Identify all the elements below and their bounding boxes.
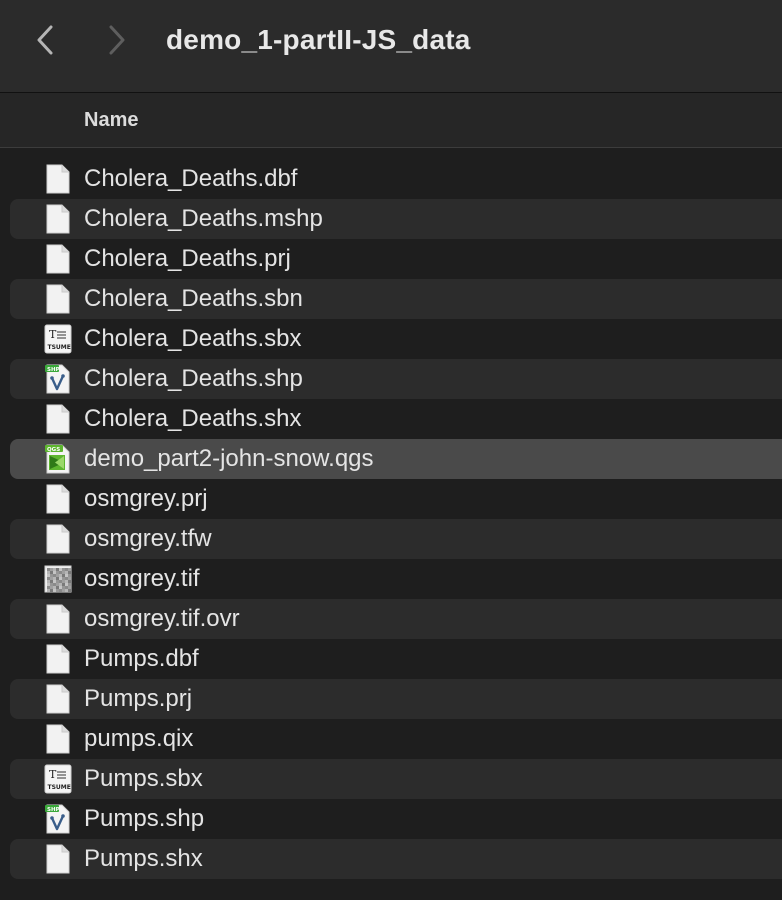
svg-text:TSUME: TSUME [48,784,71,791]
file-row[interactable]: Cholera_Deaths.mshp [10,199,782,239]
shp-file-icon: SHP [44,804,72,834]
generic-file-icon [44,484,72,514]
forward-button[interactable] [102,22,132,58]
file-row[interactable]: osmgrey.tfw [10,519,782,559]
file-row[interactable]: Pumps.dbf [10,639,782,679]
file-name: Pumps.prj [84,685,193,712]
svg-text:T: T [49,328,57,341]
generic-file-icon [44,604,72,634]
file-name: Cholera_Deaths.prj [84,245,291,272]
generic-file-icon [44,684,72,714]
file-name: osmgrey.tif [84,565,200,592]
generic-file-icon [44,204,72,234]
svg-text:SHP: SHP [47,807,60,813]
file-row[interactable]: Pumps.shx [10,839,782,879]
file-row[interactable]: osmgrey.prj [10,479,782,519]
file-row[interactable]: SHP Pumps.shp [10,799,782,839]
file-name: Cholera_Deaths.shp [84,365,303,392]
file-name: Cholera_Deaths.sbn [84,285,303,312]
file-row[interactable]: Cholera_Deaths.sbn [10,279,782,319]
generic-file-icon [44,524,72,554]
file-name: Cholera_Deaths.sbx [84,325,302,352]
svg-text:T: T [49,768,57,781]
file-row[interactable]: Pumps.prj [10,679,782,719]
image-thumbnail-icon [44,564,72,594]
file-row[interactable]: Cholera_Deaths.prj [10,239,782,279]
file-list: Cholera_Deaths.dbf Cholera_Deaths.mshp Cho… [0,159,782,879]
generic-file-icon [44,724,72,754]
file-row[interactable]: QGS demo_part2-john-snow.qgs [10,439,782,479]
qgs-file-icon: QGS [44,444,72,474]
window-title: demo_1-partII-JS_data [166,24,471,55]
tsume-file-icon: T TSUME [44,324,72,354]
file-row[interactable]: T TSUME Pumps.sbx [10,759,782,799]
file-name: pumps.qix [84,725,194,752]
generic-file-icon [44,244,72,274]
generic-file-icon [44,644,72,674]
chevron-left-icon [37,25,53,55]
file-name: demo_part2-john-snow.qgs [84,445,374,472]
file-name: Pumps.sbx [84,765,203,792]
svg-text:TSUME: TSUME [48,344,71,351]
file-row[interactable]: osmgrey.tif.ovr [10,599,782,639]
file-name: Cholera_Deaths.shx [84,405,302,432]
file-row[interactable]: pumps.qix [10,719,782,759]
shp-file-icon: SHP [44,364,72,394]
file-row[interactable]: osmgrey.tif [10,559,782,599]
tsume-file-icon: T TSUME [44,764,72,794]
generic-file-icon [44,284,72,314]
file-name: Pumps.dbf [84,645,199,672]
generic-file-icon [44,164,72,194]
file-name: Pumps.shp [84,805,205,832]
svg-text:QGS: QGS [47,447,60,453]
name-column-header[interactable]: Name [84,93,138,147]
file-row[interactable]: SHP Cholera_Deaths.shp [10,359,782,399]
svg-text:SHP: SHP [47,367,60,373]
finder-toolbar: demo_1-partII-JS_data [0,0,782,93]
file-row[interactable]: T TSUME Cholera_Deaths.sbx [10,319,782,359]
back-button[interactable] [30,22,60,58]
file-name: Cholera_Deaths.mshp [84,205,323,232]
file-row[interactable]: Cholera_Deaths.shx [10,399,782,439]
file-row[interactable]: Cholera_Deaths.dbf [10,159,782,199]
file-name: Cholera_Deaths.dbf [84,165,298,192]
generic-file-icon [44,844,72,874]
file-name: osmgrey.tif.ovr [84,605,240,632]
chevron-right-icon [109,25,125,55]
generic-file-icon [44,404,72,434]
file-name: osmgrey.prj [84,485,208,512]
column-header: Name [0,93,782,148]
file-name: osmgrey.tfw [84,525,212,552]
file-name: Pumps.shx [84,845,203,872]
